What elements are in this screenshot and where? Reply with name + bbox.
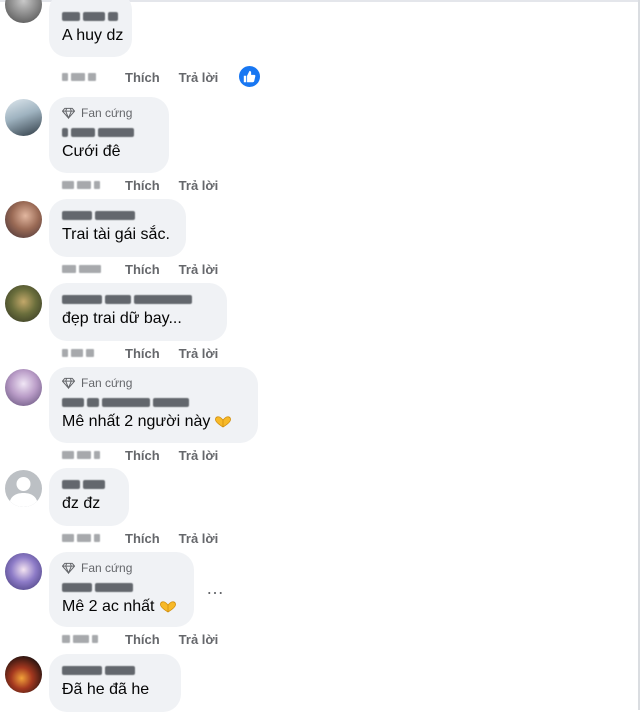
author-name-obscured[interactable] (62, 8, 119, 22)
like-button[interactable]: Thích (125, 346, 160, 361)
avatar[interactable] (5, 201, 42, 238)
avatar[interactable] (5, 656, 42, 693)
comment-actions: Thích Trả lời (62, 68, 237, 86)
avatar[interactable] (5, 470, 42, 507)
comment-actions: Thích Trả lời (62, 176, 237, 194)
author-name-obscured[interactable] (62, 124, 156, 138)
reply-button[interactable]: Trả lời (179, 70, 219, 85)
diamond-icon (62, 562, 75, 574)
comment-text: Đã he đã he (62, 681, 150, 698)
timestamp-obscured[interactable] (62, 635, 106, 643)
reply-button[interactable]: Trả lời (179, 632, 219, 647)
comment-bubble: Fan cứng Cưới đê (49, 97, 169, 173)
author-name-obscured[interactable] (62, 394, 245, 408)
like-button[interactable]: Thích (125, 448, 160, 463)
author-name-obscured[interactable] (62, 476, 116, 490)
author-name-obscured[interactable] (62, 291, 214, 305)
comment-actions: Thích Trả lời (62, 630, 237, 648)
comment-bubble: Đã he đã he (49, 654, 181, 712)
avatar[interactable] (5, 0, 42, 23)
default-avatar-icon (9, 477, 38, 507)
fan-badge: Fan cứng (62, 560, 181, 576)
comment-bubble: Fan cứng Mê 2 ac nhất (49, 552, 194, 627)
reply-button[interactable]: Trả lời (179, 178, 219, 193)
author-name-obscured[interactable] (62, 207, 173, 221)
thumbs-up-icon (243, 70, 256, 83)
timestamp-obscured[interactable] (62, 451, 106, 459)
reply-button[interactable]: Trả lời (179, 346, 219, 361)
comment-text: Mê 2 ac nhất (62, 597, 181, 617)
like-button[interactable]: Thích (125, 262, 160, 277)
comment-text: Cưới đê (62, 143, 121, 160)
timestamp-obscured[interactable] (62, 265, 106, 273)
like-button[interactable]: Thích (125, 632, 160, 647)
timestamp-obscured[interactable] (62, 349, 106, 357)
fan-badge: Fan cứng (62, 375, 245, 391)
avatar[interactable] (5, 369, 42, 406)
comment-text: A huy dz (62, 27, 124, 44)
fan-badge-label: Fan cứng (81, 376, 133, 390)
comment-text: đz đz (62, 495, 101, 512)
comment-text-content: Mê 2 ac nhất (62, 598, 155, 615)
comment-bubble: A huy dz (49, 0, 132, 57)
comment-text: Mê nhất 2 người này (62, 412, 245, 432)
like-button[interactable]: Thích (125, 531, 160, 546)
author-name-obscured[interactable] (62, 662, 168, 676)
comment-bubble: đz đz (49, 468, 129, 526)
comment-bubble: Trai tài gái sắc. (49, 199, 186, 257)
comment-actions: Thích Trả lời (62, 446, 237, 464)
timestamp-obscured[interactable] (62, 534, 106, 542)
reply-button[interactable]: Trả lời (179, 531, 219, 546)
heart-hands-emoji-icon (159, 601, 176, 613)
like-button[interactable]: Thích (125, 70, 160, 85)
author-name-obscured[interactable] (62, 579, 181, 593)
like-button[interactable]: Thích (125, 178, 160, 193)
fan-badge-label: Fan cứng (81, 106, 133, 120)
timestamp-obscured[interactable] (62, 181, 106, 189)
comment-text: Trai tài gái sắc. (62, 226, 170, 243)
reply-button[interactable]: Trả lời (179, 262, 219, 277)
avatar[interactable] (5, 285, 42, 322)
avatar[interactable] (5, 553, 42, 590)
comment-text-content: Mê nhất 2 người này (62, 413, 211, 430)
fan-badge: Fan cứng (62, 105, 156, 121)
comment-text: đẹp trai dữ bay... (62, 310, 182, 327)
fan-badge-label: Fan cứng (81, 561, 133, 575)
heart-hands-emoji-icon (215, 416, 232, 428)
more-options-button[interactable]: … (206, 578, 225, 599)
comment-bubble: đẹp trai dữ bay... (49, 283, 227, 341)
like-reaction-badge[interactable] (237, 64, 262, 89)
comment-actions: Thích Trả lời (62, 344, 237, 362)
diamond-icon (62, 377, 75, 389)
diamond-icon (62, 107, 75, 119)
comment-bubble: Fan cứng Mê nhất 2 người này (49, 367, 258, 443)
avatar[interactable] (5, 99, 42, 136)
comment-actions: Thích Trả lời (62, 529, 237, 547)
comment-actions: Thích Trả lời (62, 260, 237, 278)
timestamp-obscured[interactable] (62, 73, 106, 81)
reply-button[interactable]: Trả lời (179, 448, 219, 463)
